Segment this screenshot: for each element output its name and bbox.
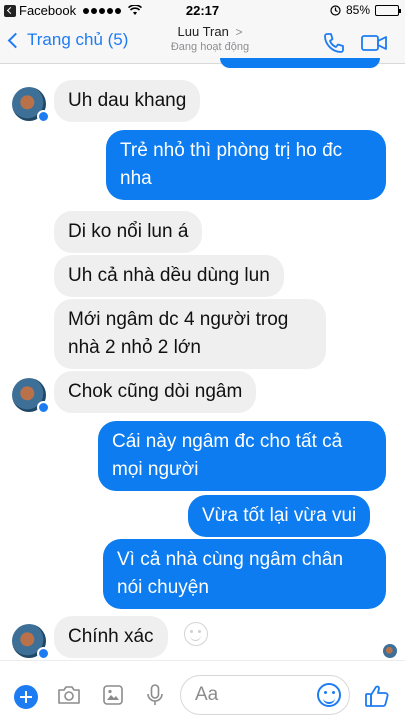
message-bubble-outgoing[interactable]: Vừa tốt lại vừa vui — [188, 495, 371, 537]
message-bubble-incoming[interactable]: Chính xác — [54, 616, 168, 658]
status-left: Facebook — [4, 3, 143, 18]
avatar[interactable] — [12, 87, 50, 123]
message-bubble-incoming[interactable]: Chok cũng dòi ngâm — [54, 371, 257, 413]
chevron-right-icon: > — [235, 25, 243, 39]
contact-name: Luu Tran > — [150, 24, 270, 39]
message-input-placeholder: Aa — [195, 684, 219, 705]
back-to-app-icon[interactable] — [4, 4, 16, 17]
contact-info[interactable]: Luu Tran > Đang hoạt động — [150, 24, 270, 53]
camera-icon[interactable] — [56, 683, 82, 707]
message-list[interactable]: Uh dau khang Trẻ nhỏ thì phòng trị ho đc… — [0, 58, 405, 660]
message-bubble-incoming[interactable]: Di ko nổi lun á — [54, 211, 203, 253]
composer-bar: Aa — [0, 660, 405, 720]
previous-message-fragment — [220, 58, 380, 68]
contact-name-text: Luu Tran — [177, 24, 229, 39]
message-bubble-incoming[interactable]: Mới ngâm dc 4 người trog nhà 2 nhỏ 2 lớn — [54, 299, 326, 369]
contact-status: Đang hoạt động — [170, 41, 250, 53]
messenger-badge-icon — [37, 401, 50, 414]
back-button[interactable]: Trang chủ (5) — [7, 30, 129, 50]
message-bubble-incoming[interactable]: Uh cả nhà dều dùng lun — [54, 255, 284, 297]
message-bubble-incoming[interactable]: Uh dau khang — [54, 80, 201, 122]
seen-avatar — [383, 644, 397, 658]
message-bubble-outgoing[interactable]: Cái này ngâm đc cho tất cả mọi người — [98, 421, 386, 491]
thumbs-up-icon[interactable] — [364, 683, 390, 709]
smiley-icon[interactable] — [317, 683, 341, 707]
reaction-smiley-icon[interactable] — [184, 622, 208, 646]
status-bar: Facebook 22:17 85% — [0, 0, 405, 22]
message-input[interactable]: Aa — [180, 675, 350, 715]
image-icon[interactable] — [100, 683, 126, 707]
battery-icon — [375, 4, 401, 16]
messenger-badge-icon — [37, 110, 50, 123]
avatar[interactable] — [12, 378, 50, 414]
signal-icon — [83, 7, 122, 14]
phone-icon[interactable] — [322, 31, 346, 55]
message-bubble-outgoing[interactable]: Vì cả nhà cùng ngâm chân nói chuyện — [103, 539, 386, 609]
avatar[interactable] — [12, 624, 50, 660]
plus-icon[interactable] — [14, 685, 38, 709]
microphone-icon[interactable] — [142, 683, 168, 707]
status-app-name[interactable]: Facebook — [19, 3, 76, 18]
back-label: Trang chủ (5) — [27, 30, 129, 49]
location-icon — [330, 4, 341, 16]
chevron-left-icon — [7, 32, 24, 49]
messenger-badge-icon — [37, 647, 50, 660]
battery-percent: 85% — [345, 3, 370, 17]
message-bubble-outgoing[interactable]: Trẻ nhỏ thì phòng trị ho đc nha — [106, 130, 386, 200]
status-right: 85% — [330, 3, 401, 17]
wifi-icon — [128, 5, 143, 15]
video-camera-icon[interactable] — [360, 32, 388, 54]
